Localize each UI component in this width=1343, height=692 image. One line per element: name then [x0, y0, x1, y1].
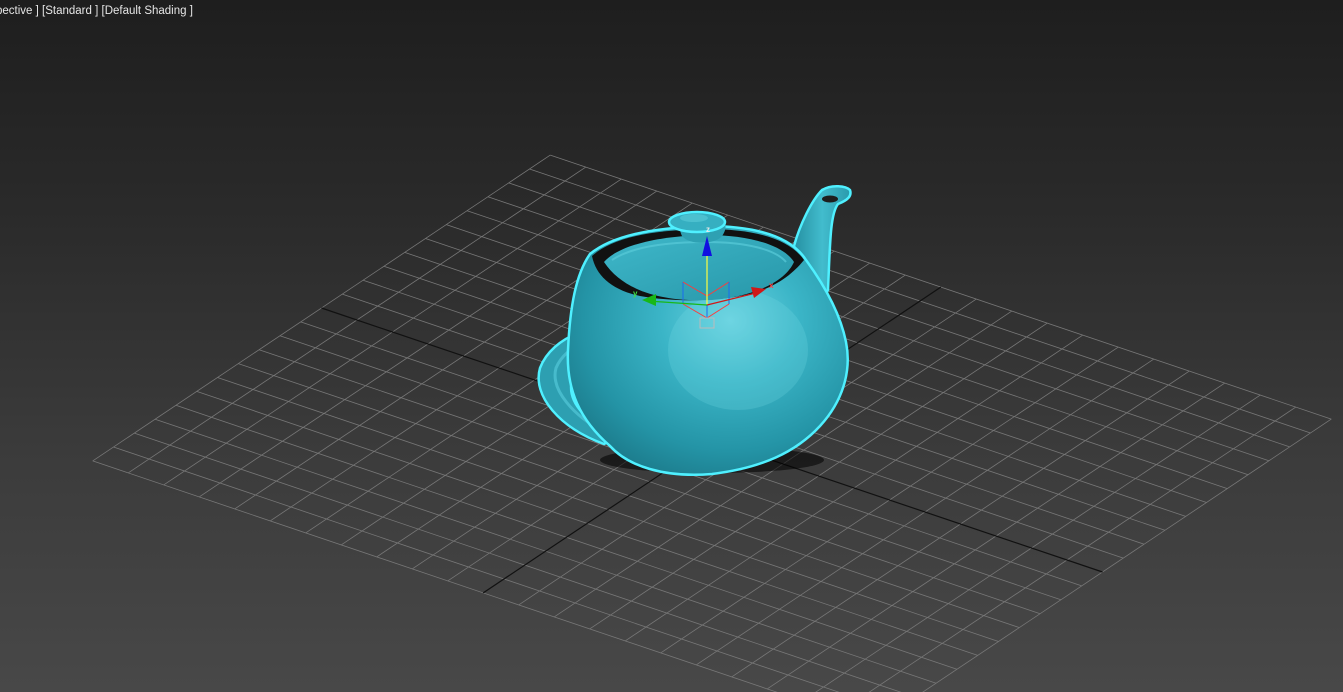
grid-line	[815, 394, 1261, 692]
gizmo-y-label: y	[633, 289, 638, 298]
grid-line	[134, 432, 902, 692]
viewport-perspective[interactable]: pective ] [Standard ] [Default Shading ]	[0, 0, 1343, 692]
viewport-shading-menu[interactable]: [Default Shading ]	[102, 5, 193, 17]
gizmo-z-label: z	[706, 225, 710, 234]
grid-line	[922, 418, 1332, 692]
teapot-knob-highlight	[680, 214, 708, 222]
gizmo-x-label: x	[769, 281, 774, 290]
viewport-shading-mode-menu[interactable]: [Standard ]	[42, 5, 98, 17]
spout-opening	[822, 195, 838, 203]
grid-line	[868, 406, 1297, 692]
scene-canvas[interactable]: z y x	[0, 0, 1343, 692]
grid-line	[92, 460, 778, 692]
grid-line	[113, 446, 840, 692]
viewport-pov-menu[interactable]: pective ]	[0, 5, 39, 17]
viewport-label-menu: pective ] [Standard ] [Default Shading ]	[0, 5, 193, 17]
